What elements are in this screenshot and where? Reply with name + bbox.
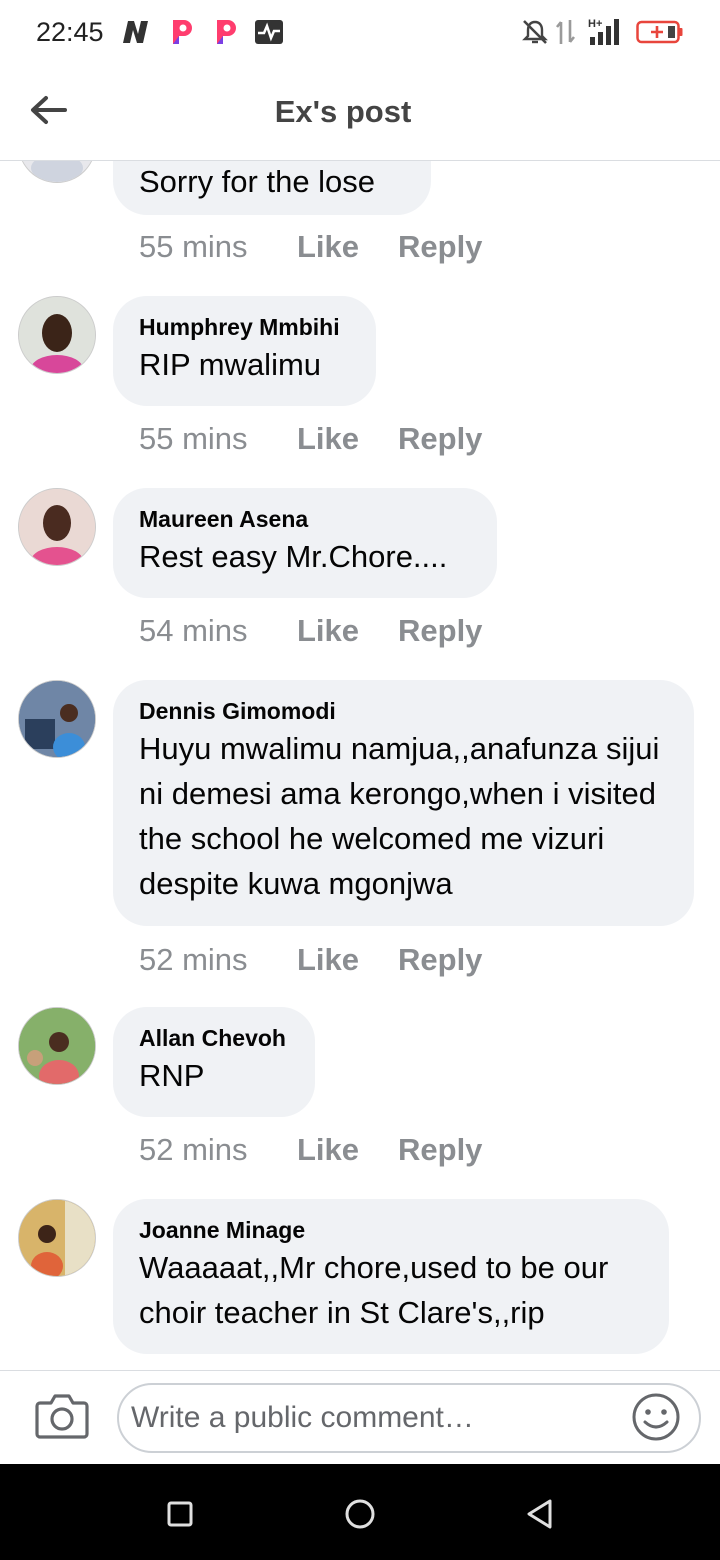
comment-actions: 55 mins Like Reply [139, 421, 499, 457]
comment-actions: 54 mins Like Reply [139, 613, 499, 649]
comment-input[interactable] [117, 1383, 701, 1453]
app-header: Ex's post [0, 64, 720, 161]
status-time: 22:45 [36, 17, 104, 47]
page-title: Ex's post [274, 94, 412, 129]
status-bar: 22:45 H+ [0, 0, 720, 64]
triangle-back-icon [527, 1499, 552, 1529]
reply-button[interactable]: Reply [398, 229, 499, 265]
comment-time: 52 mins [139, 942, 248, 977]
comment-bubble[interactable]: Dennis Gimomodi Huyu mwalimu namjua,,ana… [113, 680, 694, 926]
pinterest-p-icon-2 [212, 18, 240, 46]
comment-actions: 52 mins Like Reply [139, 942, 499, 978]
comment-author[interactable]: Humphrey Mmbihi [139, 312, 350, 342]
comment-bubble[interactable]: Humphrey Mmbihi RIP mwalimu [113, 296, 376, 406]
comment-time: 55 mins [139, 229, 248, 264]
signal-hplus-icon: H+ [586, 18, 626, 46]
like-button[interactable]: Like [297, 229, 398, 265]
comment-text: Waaaaat,,Mr chore,used to be our choir t… [139, 1250, 609, 1330]
comment-text: RNP [139, 1058, 205, 1093]
comment-text: Huyu mwalimu namjua,,anafunza sijui ni d… [139, 731, 660, 901]
smiley-icon [632, 1393, 680, 1441]
square-icon [167, 1501, 193, 1527]
mute-bell-icon [520, 18, 550, 46]
camera-icon [35, 1394, 89, 1439]
like-button[interactable]: Like [297, 942, 398, 978]
avatar[interactable] [18, 1007, 96, 1085]
like-button[interactable]: Like [297, 1132, 398, 1168]
comment-text: RIP mwalimu [139, 347, 322, 382]
comment-time: 54 mins [139, 613, 248, 648]
reply-button[interactable]: Reply [398, 421, 499, 457]
comment-bubble[interactable]: Joanne Minage Waaaaat,,Mr chore,used to … [113, 1199, 669, 1354]
comment-composer [0, 1370, 720, 1465]
avatar[interactable] [18, 1199, 96, 1277]
netflix-n-icon [120, 18, 152, 46]
like-button[interactable]: Like [297, 613, 398, 649]
circle-icon [345, 1499, 375, 1529]
comment-bubble[interactable]: Allan Chevoh RNP [113, 1007, 315, 1117]
avatar[interactable] [18, 296, 96, 374]
back-nav-button[interactable] [518, 1492, 562, 1536]
reply-button[interactable]: Reply [398, 613, 499, 649]
reply-button[interactable]: Reply [398, 1132, 499, 1168]
reply-button[interactable]: Reply [398, 942, 499, 978]
avatar[interactable] [18, 161, 96, 183]
home-button[interactable] [338, 1492, 382, 1536]
avatar[interactable] [18, 680, 96, 758]
emoji-button[interactable] [630, 1391, 682, 1443]
comment-time: 55 mins [139, 421, 248, 456]
like-button[interactable]: Like [297, 421, 398, 457]
comment-actions: 55 mins Like Reply [139, 229, 499, 265]
comment-bubble[interactable]: Sorry for the lose [113, 161, 431, 215]
recents-button[interactable] [158, 1492, 202, 1536]
comment-bubble[interactable]: Maureen Asena Rest easy Mr.Chore.... [113, 488, 497, 598]
comment-author[interactable]: Dennis Gimomodi [139, 696, 668, 726]
comments-list: Sorry for the lose 55 mins Like Reply Hu… [0, 161, 720, 1370]
comment-author[interactable]: Maureen Asena [139, 504, 471, 534]
comment-author[interactable]: Allan Chevoh [139, 1023, 289, 1053]
battery-charging-icon [636, 18, 684, 46]
activity-icon [254, 18, 284, 46]
system-nav-bar [0, 1464, 720, 1560]
svg-text:H+: H+ [588, 18, 602, 30]
data-arrows-icon [553, 18, 579, 46]
comment-time: 52 mins [139, 1132, 248, 1167]
comment-text: Sorry for the lose [139, 164, 376, 199]
comment-author[interactable]: Joanne Minage [139, 1215, 643, 1245]
pinterest-p-icon [168, 18, 196, 46]
camera-button[interactable] [34, 1391, 90, 1441]
comment-actions: 52 mins Like Reply [139, 1132, 499, 1168]
comment-text: Rest easy Mr.Chore.... [139, 539, 448, 574]
avatar[interactable] [18, 488, 96, 566]
